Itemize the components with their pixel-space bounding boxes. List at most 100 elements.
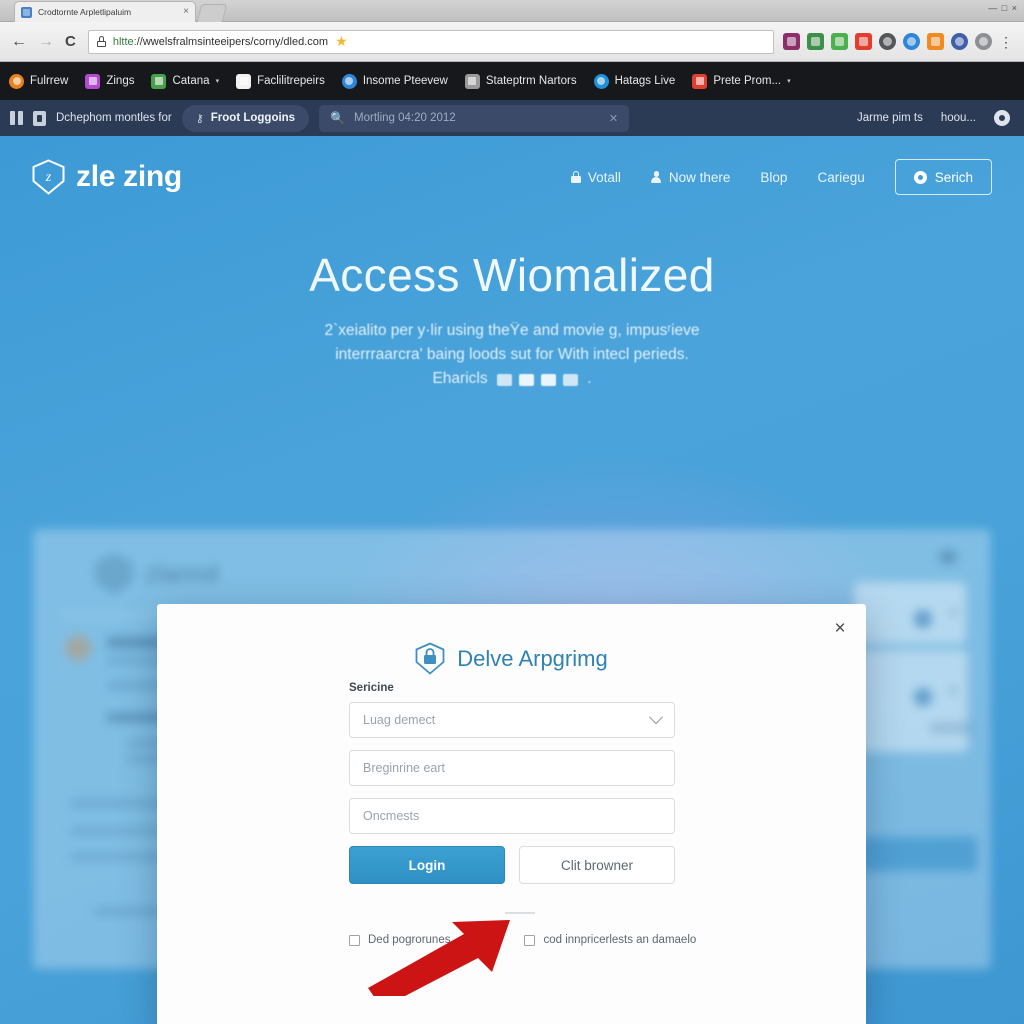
bookmark-favicon-icon — [85, 73, 101, 89]
star-icon[interactable]: ★ — [335, 33, 348, 50]
bookmark-label: Catana — [172, 75, 210, 87]
bookmark-item-zings[interactable]: Zings — [85, 73, 135, 89]
hero-subtitle-line-1: 2`xeialito per y·lir using theŸe and mov… — [324, 322, 700, 339]
extension-icons: ⋮ — [783, 33, 1024, 50]
bookmark-favicon-icon — [593, 73, 609, 89]
bookmark-label: Hatags Live — [614, 75, 676, 87]
extension-icon-2[interactable] — [807, 33, 824, 50]
search-icon: 🔍 — [330, 111, 346, 125]
site-nav: Votall Now there Blop Cariegu Serich — [570, 159, 992, 195]
app-nav-pill-button[interactable]: ⚷ Froot Loggoins — [181, 104, 310, 132]
page-title: Access Wiomalized — [309, 249, 715, 301]
extension-icon-4[interactable] — [855, 33, 872, 50]
chevron-down-icon[interactable]: ▾ — [216, 77, 220, 85]
bookmark-item-prete-prom[interactable]: Prete Prom... ▾ — [692, 73, 791, 89]
chevron-down-icon: ▾ — [950, 683, 957, 698]
service-select[interactable]: Luag demect — [349, 702, 675, 738]
device-icon — [562, 374, 578, 387]
window-controls[interactable]: — □ × — [988, 3, 1018, 13]
key-icon: ⚷ — [195, 112, 204, 125]
hero-subtitle: 2`xeialito per y·lir using theŸe and mov… — [0, 319, 1024, 391]
brand-name: zle zing — [76, 160, 182, 193]
extension-icon-7[interactable] — [927, 33, 944, 50]
hero-inline-icons — [496, 374, 578, 387]
extension-icon-9[interactable] — [975, 33, 992, 50]
forward-icon[interactable]: → — [38, 33, 54, 50]
bookmark-item-catana[interactable]: Catana ▾ — [151, 73, 220, 89]
card-icon — [496, 374, 512, 387]
brand-logo[interactable]: z zle zing — [32, 159, 182, 195]
extension-icon-3[interactable] — [831, 33, 848, 50]
bookmark-item-fulrrew[interactable]: Fulrrew — [9, 73, 68, 89]
bookmark-favicon-icon — [692, 73, 708, 89]
modal-button-row: Login Clit browner — [349, 846, 675, 884]
site-nav-item-blop[interactable]: Blop — [760, 170, 787, 185]
field-label: Sericine — [349, 682, 394, 694]
shield-z-logo-icon: z — [32, 159, 65, 195]
password-input[interactable]: Oncmests — [349, 798, 675, 834]
service-select-value: Luag demect — [363, 713, 436, 727]
url-host-path: //wwelsfralmsinteeipers/corny/dled.com — [136, 35, 329, 48]
address-bar[interactable]: hltte://wwelsfralmsinteeipers/corny/dled… — [87, 29, 774, 54]
background-icon — [940, 551, 956, 563]
gear-icon[interactable] — [994, 110, 1010, 126]
site-nav-label: Votall — [587, 169, 621, 185]
tab-title: Crodtornte Arpletlipaluim — [38, 7, 132, 17]
page-body: z zle zing Votall Now there Blop Cariegu… — [0, 136, 1024, 1024]
bookmark-favicon-icon — [464, 73, 480, 89]
extension-icon-1[interactable] — [783, 33, 800, 50]
password-placeholder: Oncmests — [363, 809, 420, 823]
close-icon[interactable]: × — [827, 615, 853, 641]
site-nav-label: Cariegu — [817, 169, 865, 185]
calendar-icon — [518, 374, 534, 387]
quit-browser-button[interactable]: Clit browner — [519, 846, 675, 884]
checkbox-input[interactable] — [349, 934, 360, 946]
modal-header: Delve Arpgrimg — [157, 642, 866, 675]
extension-icon-5[interactable] — [879, 33, 896, 50]
tab-favicon-icon — [21, 6, 32, 18]
username-input[interactable]: Breginrine eart — [349, 750, 675, 786]
back-icon[interactable]: ← — [11, 33, 27, 50]
account-label[interactable]: Jarme pim ts — [857, 112, 923, 124]
clear-icon[interactable]: ✕ — [609, 112, 618, 125]
chevron-down-icon[interactable]: ▾ — [787, 77, 791, 85]
reload-icon[interactable]: C — [65, 34, 76, 49]
login-form: Sericine Luag demect Breginrine eart Onc… — [349, 682, 675, 884]
bookmark-item-faclilitrepeirs[interactable]: Faclilitrepeirs — [236, 73, 325, 89]
browser-tab[interactable]: Crodtornte Arpletlipaluim × — [14, 1, 196, 22]
bookmark-favicon-icon — [151, 73, 167, 89]
background-text-line — [71, 827, 161, 835]
bookmark-item-hatags-live[interactable]: Hatags Live — [593, 73, 676, 89]
bookmark-favicon-icon — [236, 73, 252, 89]
bookmark-item-stateptrm-nartors[interactable]: Stateptrm Nartors — [464, 73, 577, 89]
checkbox-input[interactable] — [524, 934, 536, 946]
site-nav-item-votall[interactable]: Votall — [570, 169, 621, 185]
bookmark-item-insome-pteevew[interactable]: Insome Pteevew — [341, 73, 448, 89]
site-nav-cta-button[interactable]: Serich — [894, 159, 992, 195]
site-nav-item-now-there[interactable]: Now there — [651, 169, 731, 185]
new-tab-button[interactable] — [196, 4, 228, 22]
checkbox-notify[interactable]: cod innpricerlests an damaelo — [524, 934, 696, 946]
bookmark-label: Zings — [106, 75, 135, 87]
site-nav-item-cariegu[interactable]: Cariegu — [817, 170, 864, 185]
browser-menu-icon[interactable]: ⋮ — [999, 35, 1015, 49]
extension-icon-6[interactable] — [903, 33, 920, 50]
extension-icon-8[interactable] — [951, 33, 968, 50]
app-nav-search-input[interactable]: 🔍 Mortling 04:20 2012 ✕ — [319, 104, 630, 132]
secondary-account-label[interactable]: hoou... — [941, 112, 976, 124]
background-dot-icon — [915, 611, 931, 627]
tab-close-icon[interactable]: × — [183, 7, 189, 17]
bookmark-bar: Fulrrew Zings Catana ▾ Faclilitrepeirs I… — [0, 62, 1024, 100]
site-nav-label: Now there — [668, 169, 731, 185]
background-app-logo: zlannd — [95, 553, 219, 595]
lock-badge-icon — [33, 110, 46, 126]
hero-subtitle-line-3: Eharicls . — [0, 367, 1024, 391]
grip-handle-icon[interactable] — [10, 111, 23, 125]
browser-nav-buttons: ← → C — [0, 33, 76, 50]
modal-title: Delve Arpgrimg — [457, 645, 608, 671]
divider — [505, 912, 535, 914]
app-nav-search-placeholder: Mortling 04:20 2012 — [354, 112, 456, 124]
login-button[interactable]: Login — [349, 846, 505, 884]
hero-subtitle-line-3-suffix: . — [587, 370, 592, 388]
browser-tab-strip: Crodtornte Arpletlipaluim × — □ × — [0, 0, 1024, 22]
